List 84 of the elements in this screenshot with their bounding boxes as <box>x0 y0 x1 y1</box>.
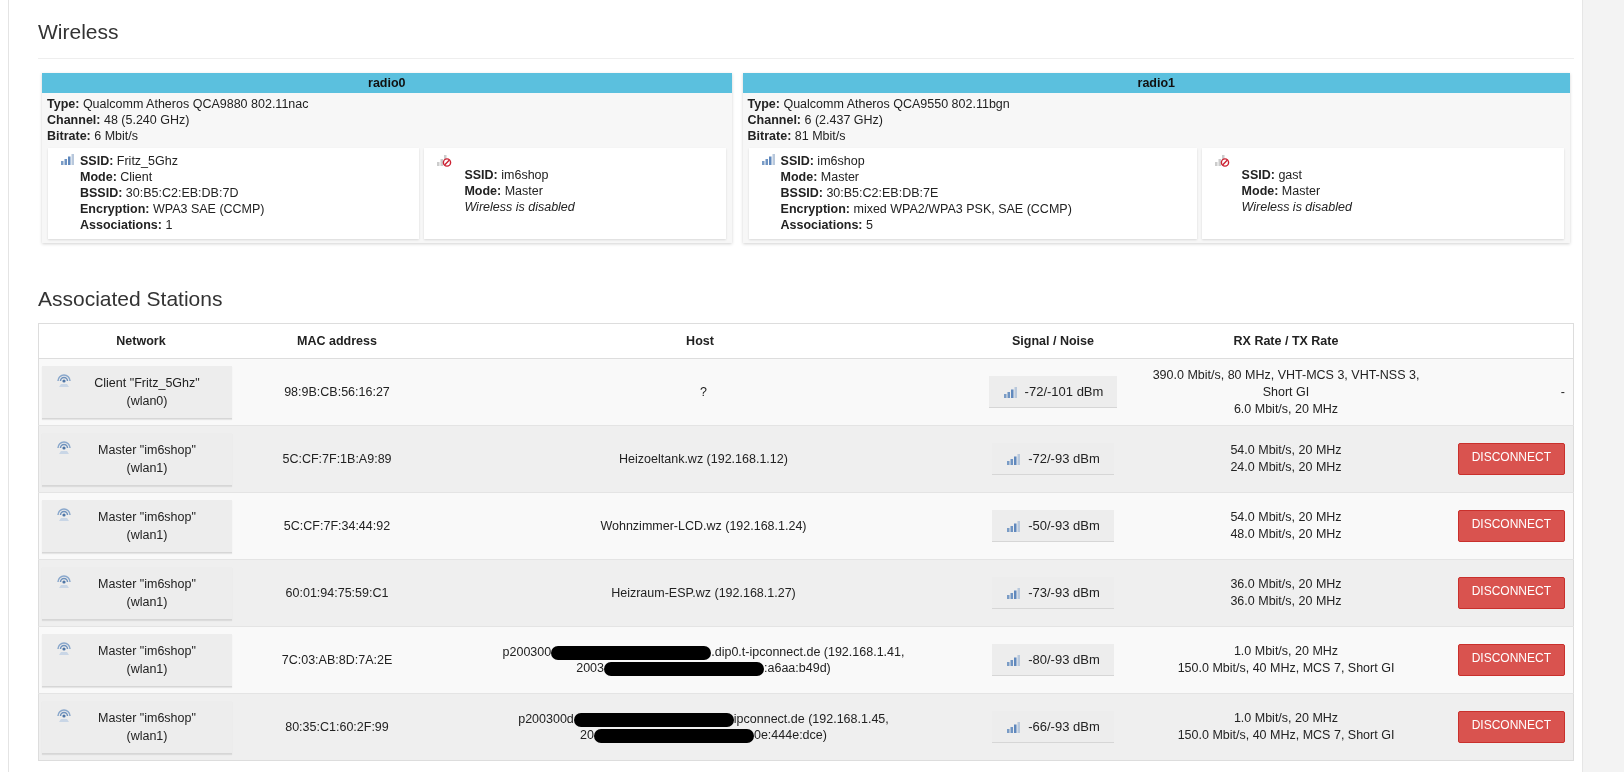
status-note: Wireless is disabled <box>1241 199 1352 215</box>
radio-header: radio0 <box>42 73 732 93</box>
rate-text: 150.0 Mbit/s, 40 MHz, MCS 7, Short GI <box>1176 727 1396 744</box>
network-info: SSID: im6shop <box>780 153 866 169</box>
rate-text: 48.0 Mbit/s, 20 MHz <box>1229 526 1343 543</box>
host-text: Wohnzimmer-LCD.wz (192.168.1.24) <box>599 518 808 534</box>
network-info: Encryption: WPA3 SAE (CCMP) <box>80 201 265 217</box>
antenna-icon <box>56 440 72 455</box>
host-text: p200300 .dip0.t-ipconnect.de (192.168.1.41, <box>501 644 906 660</box>
column-header: MAC address <box>243 323 431 359</box>
disconnect-button[interactable]: DISCONNECT <box>1457 510 1565 542</box>
section-title: Wireless <box>38 0 1574 59</box>
network-info: Mode: Master <box>1241 183 1322 199</box>
network-info: SSID: im6shop <box>464 167 550 183</box>
radio-info: Type: Qualcomm Atheros QCA9550 802.11bgn <box>747 96 1011 112</box>
mac-cell: 80:35:C1:60:2F:99 <box>243 693 431 761</box>
disconnect-button[interactable]: DISCONNECT <box>1457 711 1565 743</box>
network-button[interactable]: Master "im6shop" (wlan1) <box>42 432 232 486</box>
signal-bars-icon <box>1006 519 1023 532</box>
network-button[interactable]: Master "im6shop" (wlan1) <box>42 633 232 687</box>
signal-bars-icon <box>1006 586 1023 599</box>
rate-text: 6.0 Mbit/s, 20 MHz <box>1232 400 1340 418</box>
antenna-icon <box>56 641 72 656</box>
mac-cell: 60:01:94:75:59:C1 <box>243 559 431 627</box>
column-header: RX Rate / TX Rate <box>1137 323 1435 359</box>
rate-text: 150.0 Mbit/s, 40 MHz, MCS 7, Short GI <box>1176 660 1396 677</box>
network-info: BSSID: 30:B5:C2:EB:DB:7E <box>780 185 940 201</box>
network-info: Mode: Master <box>780 169 861 185</box>
host-text: 2003 :a6aa:b49d) <box>575 660 832 676</box>
network-info: BSSID: 30:B5:C2:EB:DB:7D <box>80 185 240 201</box>
column-header: Host <box>431 323 969 359</box>
rate-text: 36.0 Mbit/s, 20 MHz <box>1229 576 1343 593</box>
mac-cell: 5C:CF:7F:34:44:92 <box>243 492 431 560</box>
radio-info: Bitrate: 6 Mbit/s <box>47 128 139 144</box>
radio-info: Bitrate: 81 Mbit/s <box>747 128 847 144</box>
network-button[interactable]: Master "im6shop" (wlan1) <box>42 700 232 754</box>
network-info: Mode: Master <box>464 183 544 199</box>
signal-badge: -80/-93 dBm <box>992 644 1114 676</box>
section-title: Associated Stations <box>38 286 224 312</box>
network-info: Associations: 1 <box>80 217 174 233</box>
rate-text: 54.0 Mbit/s, 20 MHz <box>1229 442 1343 459</box>
radio-info: Type: Qualcomm Atheros QCA9880 802.11nac <box>47 96 310 112</box>
network-button[interactable]: Master "im6shop" (wlan1) <box>42 566 232 620</box>
radio-info: Channel: 6 (2.437 GHz) <box>747 112 884 128</box>
signal-bars-icon <box>1006 653 1023 666</box>
signal-bars-icon <box>1006 452 1023 465</box>
column-header: Signal / Noise <box>969 323 1137 359</box>
mac-cell: 5C:CF:7F:1B:A9:89 <box>243 425 431 493</box>
rate-text: 36.0 Mbit/s, 20 MHz <box>1229 593 1343 610</box>
antenna-icon <box>56 574 72 589</box>
host-text: ? <box>699 384 708 400</box>
host-text: 20 0e:444e:dce) <box>579 727 828 743</box>
host-text: Heizoeltank.wz (192.168.1.12) <box>618 451 789 467</box>
status-note: Wireless is disabled <box>464 199 575 215</box>
rate-text: 390.0 Mbit/s, 80 MHz, VHT-MCS 3, VHT-NSS 3, Short GI <box>1151 366 1421 401</box>
disconnect-button[interactable]: DISCONNECT <box>1457 644 1565 676</box>
antenna-icon <box>56 373 72 388</box>
network-button[interactable]: Client "Fritz_5Ghz" (wlan0) <box>42 365 232 419</box>
network-info: SSID: Fritz_5Ghz <box>80 153 179 169</box>
mac-cell: 98:9B:CB:56:16:27 <box>243 358 431 426</box>
mac-cell: 7C:03:AB:8D:7A:2E <box>243 626 431 694</box>
network-button[interactable]: Master "im6shop" (wlan1) <box>42 499 232 553</box>
rate-text: 1.0 Mbit/s, 20 MHz <box>1232 710 1340 727</box>
radio-header: radio1 <box>742 73 1570 93</box>
antenna-icon <box>56 708 72 723</box>
disconnect-button[interactable]: DISCONNECT <box>1457 577 1565 609</box>
network-info: Mode: Client <box>80 169 154 185</box>
action-text: - <box>1560 385 1565 399</box>
disconnect-button[interactable]: DISCONNECT <box>1457 443 1565 475</box>
rate-text: 54.0 Mbit/s, 20 MHz <box>1229 509 1343 526</box>
host-text: Heizraum-ESP.wz (192.168.1.27) <box>610 585 797 601</box>
network-info: SSID: gast <box>1241 167 1304 183</box>
column-header: Network <box>38 323 243 359</box>
host-text: p200300d ipconnect.de (192.168.1.45, <box>517 711 890 727</box>
antenna-icon <box>56 507 72 522</box>
signal-bars-icon <box>1002 385 1019 398</box>
signal-badge: -72/-101 dBm <box>988 376 1118 408</box>
rate-text: 1.0 Mbit/s, 20 MHz <box>1232 643 1340 660</box>
radio-info: Channel: 48 (5.240 GHz) <box>47 112 191 128</box>
rate-text: 24.0 Mbit/s, 20 MHz <box>1229 459 1343 476</box>
network-info: Encryption: mixed WPA2/WPA3 PSK, SAE (CCMP) <box>780 201 1072 217</box>
signal-bars-icon <box>1006 720 1023 733</box>
network-info: Associations: 5 <box>780 217 874 233</box>
signal-badge: -50/-93 dBm <box>992 510 1114 542</box>
